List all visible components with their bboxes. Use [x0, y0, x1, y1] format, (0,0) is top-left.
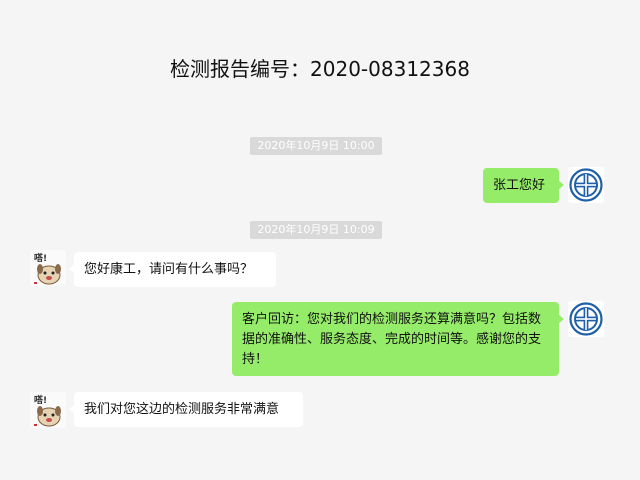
shield-logo-icon[interactable] [568, 167, 604, 203]
timestamp-label: 2020年10月9日 10:09 [250, 221, 382, 239]
svg-text:嗒!: 嗒! [34, 394, 47, 406]
dog-sticker-icon[interactable]: 嗒! [30, 250, 66, 286]
dog-sticker-icon[interactable]: 嗒! [30, 392, 66, 428]
timestamp-label: 2020年10月9日 10:00 [250, 137, 382, 155]
page-title: 检测报告编号：2020-08312368 [170, 57, 470, 81]
svg-text:嗒!: 嗒! [34, 252, 47, 264]
sent-message-bubble[interactable]: 客户回访：您对我们的检测服务还算满意吗？包括数据的准确性、服务态度、完成的时间等… [232, 302, 564, 376]
shield-logo-icon[interactable] [568, 301, 604, 337]
received-message-bubble[interactable]: 您好康工，请问有什么事吗？ [69, 252, 276, 287]
sent-message-bubble[interactable]: 张工您好 [483, 168, 564, 203]
received-message-bubble[interactable]: 我们对您这边的检测服务非常满意 [69, 392, 303, 427]
